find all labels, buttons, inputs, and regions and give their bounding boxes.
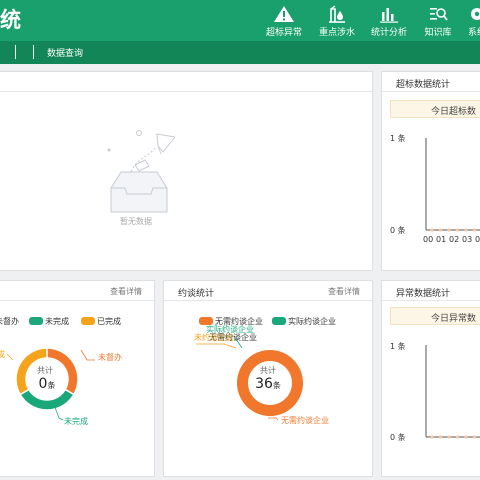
- panel-title: 超标数据统计: [396, 80, 451, 90]
- x-tick-label: 01: [436, 235, 446, 244]
- data-point: [472, 435, 477, 439]
- view-details-link[interactable]: 查看详情: [110, 286, 142, 297]
- data-point: [464, 435, 468, 439]
- y-tick-label: 1 条: [390, 341, 406, 351]
- water-icon: [329, 5, 345, 23]
- nav-key-water[interactable]: 重点涉水: [314, 0, 360, 41]
- data-point: [455, 228, 460, 232]
- nav-knowledge[interactable]: 知识库: [418, 0, 458, 41]
- panel-header: 异常数据统计: [382, 281, 480, 301]
- sub-navigation: 数据查询: [0, 41, 480, 64]
- data-point: [430, 435, 434, 439]
- tab-data-query[interactable]: 数据查询: [47, 46, 83, 59]
- nav-statistics[interactable]: 统计分析: [367, 0, 411, 41]
- empty-box-icon: [107, 130, 175, 213]
- total-value: 36条: [255, 376, 281, 392]
- tab-divider: [15, 45, 16, 59]
- nav-exceed-abnormal[interactable]: 超标异常: [262, 0, 306, 41]
- x-tick-label: 03: [462, 235, 472, 244]
- panel-title: 异常数据统计: [396, 289, 451, 299]
- panel-header: [0, 72, 372, 92]
- x-tick-label: 02: [449, 235, 459, 244]
- panel-header: 查看详情: [0, 281, 154, 301]
- y-tick-label: 0 条: [390, 432, 406, 442]
- exceed-line-chart: 1 条 0 条 00 01 02 03 0: [390, 133, 480, 244]
- donut-slice-label: 未约谈企业: [194, 333, 234, 342]
- data-point: [438, 228, 443, 232]
- donut-slice-label: 成: [0, 349, 5, 360]
- donut-slice-label: 无需约谈企业: [281, 416, 329, 425]
- donut-slice[interactable]: [19, 388, 75, 411]
- data-point: [464, 228, 468, 232]
- y-tick-label: 0 条: [390, 225, 406, 235]
- data-point: [447, 228, 451, 232]
- nav-label: 超标异常: [265, 28, 302, 38]
- x-tick-label: 0: [475, 235, 480, 244]
- warning-icon: [274, 6, 294, 22]
- abnormal-stats-panel: 异常数据统计 今日异常数 1 条 0 条: [381, 280, 480, 477]
- today-abnormal-count: 今日异常数: [390, 307, 480, 325]
- interview-stats-panel: 约谈统计 查看详情 无需约谈企业 实际约谈企业 实际约谈企业 无需约谈企业 未约…: [163, 280, 373, 477]
- empty-text: 暂无数据: [120, 217, 152, 226]
- data-point: [455, 435, 460, 439]
- total-caption: 共计: [260, 366, 276, 375]
- x-tick-label: 00: [423, 235, 433, 244]
- legend-item: 未完成: [29, 316, 69, 327]
- nav-label: 重点涉水: [318, 28, 355, 38]
- nav-system[interactable]: 系统: [462, 0, 480, 41]
- today-exceed-count: 今日超标数: [390, 100, 480, 118]
- app-title: 统: [0, 8, 21, 32]
- donut-slice-label: 未督办: [98, 353, 122, 362]
- knowledge-search-icon: [430, 8, 448, 21]
- top-header: 统 超标异常 重点涉水 统计分析 知识库 系: [0, 0, 480, 41]
- panel-header: 约谈统计 查看详情: [164, 281, 372, 301]
- total-value: 0条: [38, 376, 56, 392]
- y-tick-label: 1 条: [390, 133, 406, 143]
- legend-item: 实际约谈企业: [272, 316, 336, 327]
- supervise-stats-panel: 查看详情 未督办 未完成 已完成 成 未督办 未完成 共计 0条: [0, 280, 155, 477]
- nav-label: 统计分析: [370, 28, 407, 38]
- abnormal-line-chart: 1 条 0 条: [390, 341, 480, 442]
- data-point: [472, 228, 477, 232]
- data-point: [430, 228, 434, 232]
- settings-icon: [471, 8, 480, 20]
- main-panel: [0, 71, 373, 271]
- total-caption: 共计: [37, 366, 53, 375]
- interview-donut-chart: [196, 336, 303, 421]
- data-point: [447, 435, 451, 439]
- view-details-link[interactable]: 查看详情: [328, 286, 360, 297]
- bar-chart-icon: [380, 8, 398, 23]
- nav-label: 系统: [467, 28, 480, 38]
- tab-divider: [33, 45, 34, 59]
- nav-label: 知识库: [424, 28, 452, 38]
- legend-item: 已完成: [81, 316, 121, 327]
- donut-slice-label: 未完成: [64, 417, 88, 426]
- exceed-stats-panel: 超标数据统计 今日超标数 1 条 0 条 00 01 02 03 0: [381, 71, 480, 271]
- legend-item: 未督办: [0, 317, 19, 326]
- panel-title: 约谈统计: [178, 289, 215, 299]
- data-point: [438, 435, 443, 439]
- panel-header: 超标数据统计: [382, 72, 480, 92]
